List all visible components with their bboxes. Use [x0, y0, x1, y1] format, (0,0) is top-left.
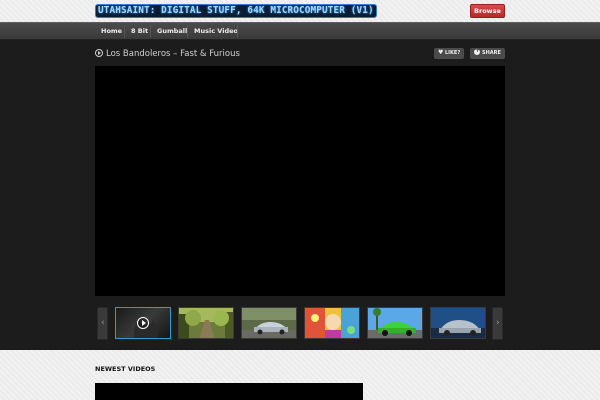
carousel-next-button[interactable]: ›: [492, 307, 503, 340]
play-circle-icon: [95, 49, 103, 57]
heart-icon: ♥: [438, 49, 444, 56]
nav-item-home[interactable]: Home: [96, 23, 127, 40]
video-title-text: Los Bandoleros – Fast & Furious: [106, 49, 240, 59]
carousel-thumbnail[interactable]: [367, 307, 423, 339]
share-label: SHARE: [482, 50, 501, 56]
carousel-thumbnail[interactable]: [178, 307, 234, 339]
carousel-thumbnail[interactable]: [304, 307, 360, 339]
main-nav: Home 8 Bit Gumball Music Video: [0, 22, 600, 40]
chevron-left-icon: ‹: [101, 318, 105, 328]
nav-divider: [150, 25, 151, 38]
nav-divider: [237, 25, 238, 38]
carousel-thumbnail[interactable]: [241, 307, 297, 339]
site-header: UTAHSAINT: DIGITAL STUFF, 64K MICROCOMPU…: [0, 0, 600, 22]
thumbnail-image: [368, 308, 422, 338]
thumbnail-image: [179, 308, 233, 338]
thumbnail-image: [242, 308, 296, 338]
play-overlay-icon: [137, 317, 149, 329]
newest-videos-heading: NEWEST VIDEOS: [95, 365, 156, 373]
share-icon: [474, 47, 480, 55]
browse-button[interactable]: Browse: [470, 4, 505, 18]
video-player[interactable]: [95, 66, 505, 296]
newest-video-player[interactable]: [95, 383, 363, 400]
nav-item-music-video[interactable]: Music Video: [189, 23, 243, 40]
thumbnail-image: [305, 308, 359, 338]
like-label: LIKE?: [445, 50, 461, 56]
nav-divider: [187, 25, 188, 38]
site-logo[interactable]: UTAHSAINT: DIGITAL STUFF, 64K MICROCOMPU…: [95, 4, 377, 18]
carousel-thumbnail[interactable]: [115, 307, 171, 339]
like-button[interactable]: ♥ LIKE?: [434, 48, 465, 59]
chevron-right-icon: ›: [496, 318, 500, 328]
thumbnail-image: [431, 308, 485, 338]
share-button[interactable]: SHARE: [470, 47, 505, 59]
video-title: Los Bandoleros – Fast & Furious: [95, 48, 240, 60]
carousel-thumbnail[interactable]: [430, 307, 486, 339]
carousel-prev-button[interactable]: ‹: [97, 307, 108, 340]
nav-divider: [124, 25, 125, 38]
